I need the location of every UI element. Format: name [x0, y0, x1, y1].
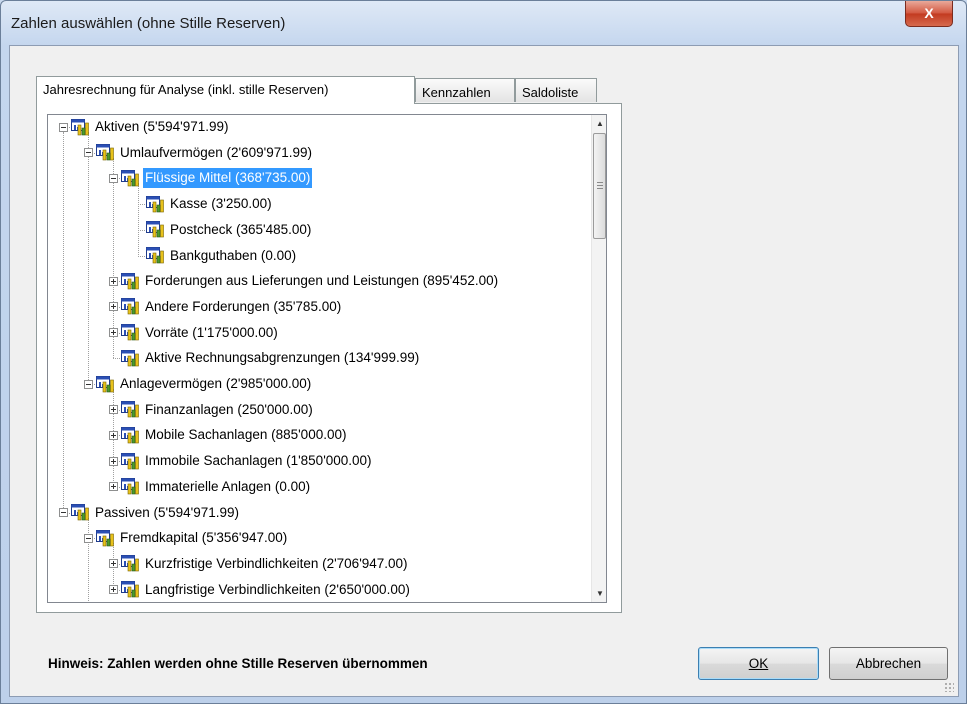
tree-node-label: Aktiven (5'594'971.99) [95, 119, 229, 134]
chart-bar-icon [121, 349, 139, 367]
ok-button-label: OK [748, 656, 769, 671]
tree-node-label: Vorräte (1'175'000.00) [145, 324, 278, 340]
cancel-button[interactable]: Abbrechen [829, 647, 948, 680]
tree-node-label: Immobile Sachanlagen (1'850'000.00) [145, 453, 372, 469]
tree-node[interactable]: Andere Forderungen (35'785.00) [109, 297, 343, 317]
chart-bar-icon [121, 581, 139, 598]
window-title: Zahlen auswählen (ohne Stille Reserven) [11, 15, 286, 32]
tree-node-label: Immaterielle Anlagen (0.00) [145, 478, 311, 494]
tree-node[interactable]: Immobile Sachanlagen (1'850'000.00) [109, 451, 374, 471]
tree-node-label: Aktive Rechnungsabgrenzungen (134'999.99… [145, 350, 420, 366]
chart-bar-icon [121, 452, 139, 469]
tree-node[interactable]: Fremdkapital (5'356'947.00) [84, 528, 289, 548]
tree-node-label: Bankguthaben (0.00) [170, 247, 297, 263]
cancel-button-label: Abbrechen [855, 656, 922, 671]
tree-node[interactable]: Forderungen aus Lieferungen und Leistung… [109, 271, 500, 291]
expand-plus-icon[interactable] [109, 328, 118, 338]
dialog-client-area: Jahresrechnung für Analyse (inkl. stille… [9, 45, 959, 697]
close-icon: X [924, 5, 934, 21]
expand-plus-icon[interactable] [109, 482, 118, 492]
tree-node-label: Andere Forderungen (35'785.00) [145, 298, 342, 314]
collapse-minus-icon[interactable] [59, 122, 68, 132]
expand-plus-icon[interactable] [109, 405, 118, 415]
chart-bar-icon [121, 169, 139, 187]
expand-plus-icon[interactable] [109, 559, 118, 569]
collapse-minus-icon[interactable] [109, 173, 118, 183]
chart-bar-icon [121, 555, 139, 572]
tree-node-label: Flüssige Mittel (368'735.00) [141, 167, 314, 190]
tree-guide-line [88, 132, 89, 384]
tree-node[interactable]: Aktiven (5'594'971.99) [59, 117, 231, 137]
tree-node-label: Langfristige Verbindlichkeiten (2'650'00… [145, 581, 410, 597]
tree-node[interactable]: Mobile Sachanlagen (885'000.00) [109, 425, 348, 445]
tab-label: Saldoliste [522, 85, 579, 100]
tab-label: Kennzahlen [422, 85, 491, 100]
tree-node-label: Umlaufvermögen (2'609'971.99) [120, 144, 313, 160]
tree-node[interactable]: Umlaufvermögen (2'609'971.99) [84, 143, 314, 163]
tab-kennzahlen[interactable]: Kennzahlen [415, 78, 515, 102]
expand-plus-icon[interactable] [109, 585, 118, 595]
collapse-minus-icon[interactable] [84, 148, 93, 158]
chart-bar-icon [71, 118, 89, 135]
tab-label: Jahresrechnung für Analyse (inkl. stille… [43, 82, 329, 97]
tree-node[interactable]: Immaterielle Anlagen (0.00) [109, 477, 312, 497]
tree-node-label: Postcheck (365'485.00) [170, 221, 312, 237]
chart-bar-icon [96, 144, 114, 161]
tree-node-label: Kurzfristige Verbindlichkeiten (2'706'94… [145, 555, 408, 571]
tree-node[interactable]: Bankguthaben (0.00) [134, 246, 298, 266]
tab-panel: Aktiven (5'594'971.99) Umlaufvermögen (2'… [36, 103, 622, 613]
chart-bar-icon [121, 426, 139, 444]
expand-plus-icon[interactable] [109, 430, 118, 440]
tree-node[interactable]: Finanzanlagen (250'000.00) [109, 400, 315, 420]
expand-plus-icon[interactable] [109, 276, 118, 286]
tree-node[interactable]: Flüssige Mittel (368'735.00) [109, 167, 314, 190]
scroll-up-icon[interactable]: ▲ [592, 115, 606, 132]
resize-grip-icon[interactable] [944, 682, 954, 692]
tree-node-label: Passiven (5'594'971.99) [95, 504, 239, 520]
chart-bar-icon [146, 247, 164, 264]
collapse-minus-icon[interactable] [84, 379, 93, 389]
tree-node-label: Kasse (3'250.00) [170, 196, 272, 212]
tree-node-label: Forderungen aus Lieferungen und Leistung… [145, 273, 499, 289]
chart-bar-icon [146, 195, 164, 212]
tab-jahresrechnung[interactable]: Jahresrechnung für Analyse (inkl. stille… [36, 76, 415, 104]
scroll-down-icon[interactable]: ▼ [592, 585, 606, 602]
tree-node[interactable]: Anlagevermögen (2'985'000.00) [84, 374, 313, 394]
expand-plus-icon[interactable] [109, 456, 118, 466]
tree-viewport: Aktiven (5'594'971.99) Umlaufvermögen (2'… [48, 115, 591, 602]
title-bar[interactable]: Zahlen auswählen (ohne Stille Reserven) … [1, 1, 966, 45]
ok-button[interactable]: OK [698, 647, 819, 680]
tree-guide-line [63, 132, 64, 508]
chart-bar-icon [96, 529, 114, 546]
tree-node[interactable]: Aktive Rechnungsabgrenzungen (134'999.99… [109, 348, 421, 368]
tree-node[interactable]: Kurzfristige Verbindlichkeiten (2'706'94… [109, 554, 410, 574]
collapse-minus-icon[interactable] [59, 508, 68, 517]
chart-bar-icon [96, 375, 114, 392]
expand-plus-icon[interactable] [109, 302, 118, 312]
tree-node-label: Anlagevermögen (2'985'000.00) [120, 376, 312, 391]
collapse-minus-icon[interactable] [84, 533, 93, 543]
tree-node[interactable]: Langfristige Verbindlichkeiten (2'650'00… [109, 580, 412, 600]
scroll-thumb[interactable] [593, 133, 606, 239]
tab-saldoliste[interactable]: Saldoliste [515, 78, 597, 102]
tree-node[interactable]: Postcheck (365'485.00) [134, 220, 313, 240]
chart-bar-icon [71, 504, 89, 521]
tree-node-label: Finanzanlagen (250'000.00) [145, 401, 313, 417]
hint-text: Hinweis: Zahlen werden ohne Stille Reser… [48, 656, 428, 671]
chart-bar-icon [121, 478, 139, 495]
tree-node[interactable]: Passiven (5'594'971.99) [59, 503, 241, 523]
tree-node-label: Mobile Sachanlagen (885'000.00) [145, 427, 347, 443]
chart-bar-icon [121, 401, 139, 418]
close-button[interactable]: X [905, 1, 953, 27]
chart-bar-icon [121, 298, 139, 315]
tree-node[interactable]: Vorräte (1'175'000.00) [109, 323, 280, 343]
tree-node[interactable]: Kasse (3'250.00) [134, 194, 274, 214]
vertical-scrollbar[interactable]: ▲ ▼ [591, 115, 606, 602]
chart-bar-icon [146, 221, 164, 238]
chart-bar-icon [121, 324, 139, 341]
dialog-window: Zahlen auswählen (ohne Stille Reserven) … [0, 0, 967, 704]
tree-node-label: Fremdkapital (5'356'947.00) [120, 530, 288, 546]
account-tree[interactable]: Aktiven (5'594'971.99) Umlaufvermögen (2'… [47, 114, 607, 603]
chart-bar-icon [121, 272, 139, 289]
